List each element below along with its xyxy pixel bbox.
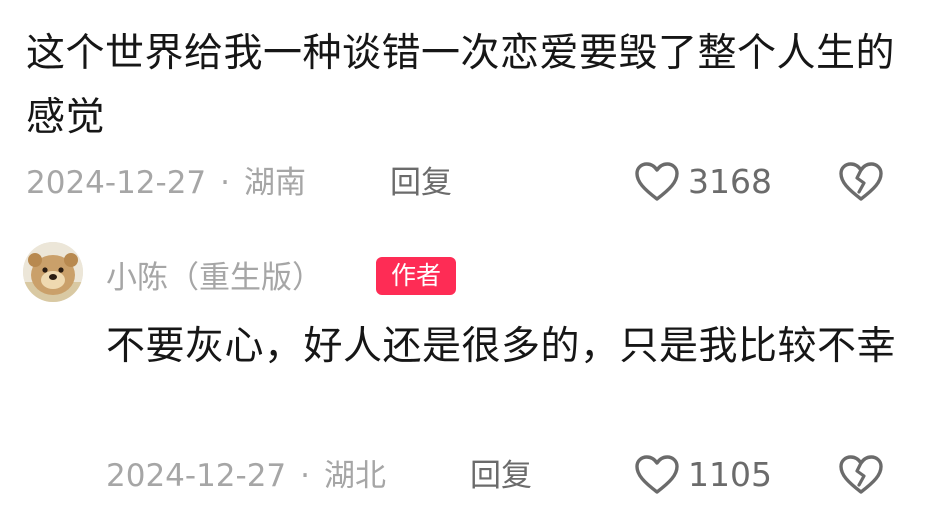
reply-comment-location: 湖北 <box>324 458 387 494</box>
like-button[interactable]: 3168 <box>634 161 772 203</box>
meta-separator: · <box>300 458 311 494</box>
comment-meta: 2024-12-27 · 湖南 <box>26 163 306 203</box>
avatar[interactable] <box>23 242 83 302</box>
previous-item-indicator <box>96 0 126 2</box>
author-badge: 作者 <box>376 257 456 295</box>
heart-outline-icon <box>634 161 680 203</box>
reply-button[interactable]: 回复 <box>390 163 452 203</box>
like-count: 3168 <box>688 162 772 201</box>
dislike-button[interactable] <box>838 454 884 496</box>
comment-location: 湖南 <box>244 165 307 201</box>
reply-comment-text: 不要灰心，好人还是很多的，只是我比较不幸 <box>106 324 897 369</box>
reply-button[interactable]: 回复 <box>470 456 532 496</box>
reply-comment-meta: 2024-12-27 · 湖北 <box>106 456 386 496</box>
broken-heart-icon <box>839 455 883 494</box>
like-count: 1105 <box>688 455 772 494</box>
dislike-button[interactable] <box>838 161 884 203</box>
meta-separator: · <box>220 165 231 201</box>
heart-outline-icon <box>634 454 680 496</box>
reply-comment-date: 2024-12-27 <box>106 458 287 494</box>
comment-date: 2024-12-27 <box>26 165 207 201</box>
reply-username[interactable]: 小陈（重生版） <box>106 258 323 298</box>
comment-text: 这个世界给我一种谈错一次恋爱要毁了整个人生的感觉 <box>26 31 896 140</box>
broken-heart-icon <box>839 162 883 201</box>
like-button[interactable]: 1105 <box>634 454 772 496</box>
